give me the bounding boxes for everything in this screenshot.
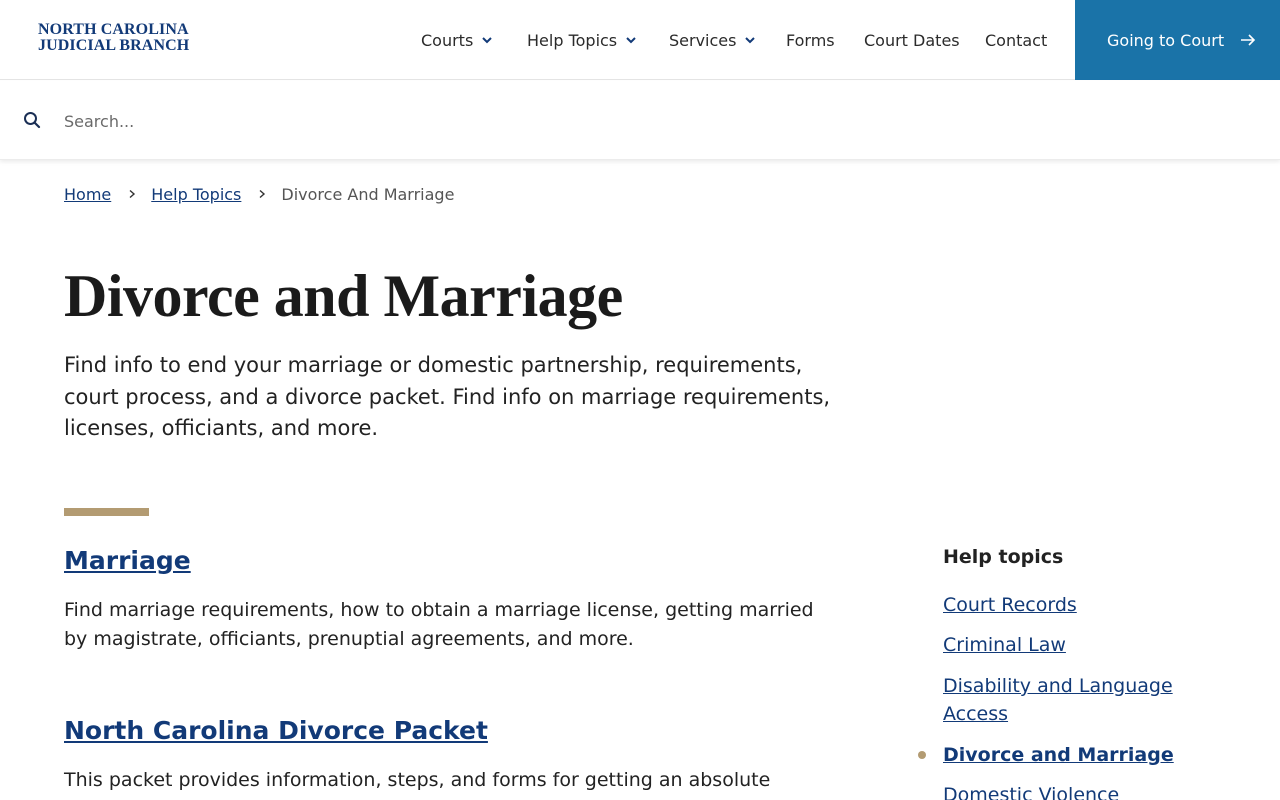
nav-forms[interactable]: Forms (786, 29, 835, 51)
accent-divider (64, 508, 149, 516)
nav-services-label: Services (669, 30, 737, 50)
site-logo[interactable]: NORTH CAROLINA JUDICIAL BRANCH (38, 22, 198, 54)
going-to-court-button[interactable]: Going to Court (1075, 0, 1280, 80)
sidebar-item-divorce-marriage[interactable]: Divorce and Marriage (943, 741, 1203, 769)
page-title: Divorce and Marriage (64, 263, 623, 329)
section-link-divorce-packet[interactable]: North Carolina Divorce Packet (64, 716, 488, 745)
going-to-court-label: Going to Court (1107, 30, 1225, 50)
nav-court-dates[interactable]: Court Dates (864, 29, 960, 51)
chevron-right-icon (259, 189, 266, 199)
nav-forms-label: Forms (786, 30, 835, 50)
nav-services[interactable]: Services (669, 29, 756, 51)
sidebar-heading: Help topics (943, 546, 1064, 568)
search-input[interactable] (64, 107, 1244, 135)
page-intro: Find info to end your marriage or domest… (64, 353, 831, 440)
logo-line-2: JUDICIAL BRANCH (38, 37, 190, 54)
nav-contact-label: Contact (985, 30, 1048, 50)
sidebar-item-domestic-violence[interactable]: Domestic Violence (943, 781, 1203, 800)
nav-help-topics[interactable]: Help Topics (527, 29, 637, 51)
nav-court-dates-label: Court Dates (864, 30, 960, 50)
section-description-marriage: Find marriage requirements, how to obtai… (64, 599, 814, 650)
breadcrumb-home[interactable]: Home (64, 185, 111, 204)
logo-line-1: NORTH CAROLINA (38, 21, 189, 38)
sidebar-item-court-records[interactable]: Court Records (943, 591, 1203, 619)
chevron-down-icon (626, 37, 636, 44)
nav-contact[interactable]: Contact (985, 29, 1047, 51)
sidebar-item-criminal-law[interactable]: Criminal Law (943, 631, 1203, 659)
search-icon[interactable] (23, 111, 41, 129)
sidebar-item-disability-language-access[interactable]: Disability and Language Access (943, 672, 1203, 728)
nav-help-topics-label: Help Topics (527, 30, 618, 50)
chevron-right-icon (129, 189, 136, 199)
chevron-down-icon (745, 37, 756, 44)
section-description-divorce-packet: This packet provides information, steps,… (64, 769, 771, 800)
arrow-right-icon (1241, 34, 1256, 46)
breadcrumb: Home Help Topics Divorce And Marriage (64, 183, 454, 205)
search-bar (0, 81, 1280, 160)
active-indicator-dot (918, 751, 926, 759)
nav-courts[interactable]: Courts (421, 29, 493, 51)
breadcrumb-current: Divorce And Marriage (281, 184, 455, 204)
nav-courts-label: Courts (421, 30, 474, 50)
site-header: NORTH CAROLINA JUDICIAL BRANCH Courts He… (0, 0, 1280, 80)
breadcrumb-help-topics[interactable]: Help Topics (151, 185, 241, 204)
section-link-marriage[interactable]: Marriage (64, 546, 191, 575)
chevron-down-icon (482, 37, 493, 44)
